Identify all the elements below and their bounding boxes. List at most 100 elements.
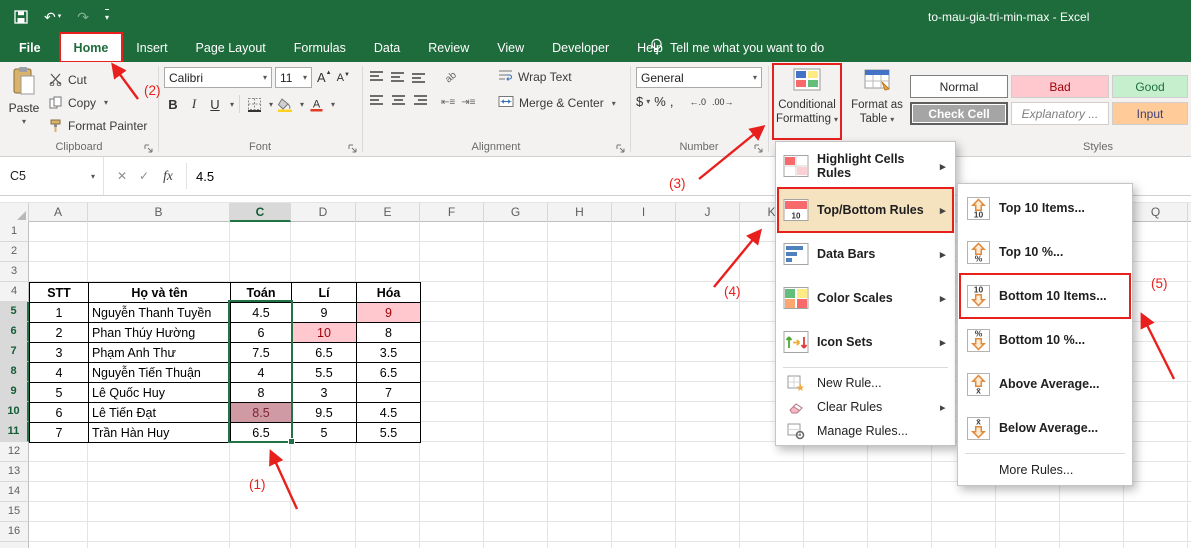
row-header-4[interactable]: 4 [0, 282, 29, 302]
cell-C10[interactable]: 8.5 [230, 402, 292, 423]
cell-D8[interactable]: 5.5 [291, 362, 357, 383]
underline-button[interactable]: U [206, 94, 224, 114]
column-header-i[interactable]: I [612, 203, 676, 222]
cell-B7[interactable]: Phạm Anh Thư [88, 342, 231, 363]
menu-item-bottom-10[interactable]: % Bottom 10 %... [960, 318, 1130, 362]
enter-button[interactable]: ✓ [134, 157, 154, 195]
cell-B10[interactable]: Lê Tiến Đạt [88, 402, 231, 423]
font-color-button[interactable]: A [307, 94, 325, 114]
decrease-indent-button[interactable]: ⇤≡ [441, 97, 455, 108]
row-header-2[interactable]: 2 [0, 242, 29, 262]
cell-D11[interactable]: 5 [291, 422, 357, 443]
menu-item-clear-rules[interactable]: Clear Rules ▸ [778, 395, 953, 419]
menu-item-highlight-cells-rules[interactable]: Highlight Cells Rules ▸ [778, 144, 953, 188]
cell-E11[interactable]: 5.5 [356, 422, 421, 443]
align-right-button[interactable] [412, 95, 427, 109]
cell-E5[interactable]: 9 [356, 302, 421, 323]
menu-item-top-10-items[interactable]: 10 Top 10 Items... [960, 186, 1130, 230]
column-header-h[interactable]: H [548, 203, 612, 222]
row-header-13[interactable]: 13 [0, 462, 29, 482]
tab-formulas[interactable]: Formulas [280, 33, 360, 62]
cell-A11[interactable]: 7 [29, 422, 89, 443]
cell-E4[interactable]: Hóa [356, 282, 421, 303]
undo-icon[interactable]: ↶ ▾ [44, 10, 61, 24]
name-box[interactable]: C5 ▾ [0, 157, 104, 195]
font-family-select[interactable]: Calibri ▾ [164, 67, 272, 88]
tab-view[interactable]: View [483, 33, 538, 62]
bold-button[interactable]: B [164, 94, 182, 114]
insert-function-button[interactable]: fx [158, 157, 178, 195]
increase-font-size-button[interactable]: A ▲ [317, 70, 332, 85]
row-header-3[interactable]: 3 [0, 262, 29, 282]
row-header-16[interactable]: 16 [0, 522, 29, 542]
menu-item-below-average[interactable]: x̄ Below Average... [960, 406, 1130, 450]
cell-D7[interactable]: 6.5 [291, 342, 357, 363]
cancel-button[interactable]: ✕ [112, 157, 132, 195]
font-dialog-launcher[interactable] [348, 142, 358, 153]
menu-item-color-scales[interactable]: Color Scales ▸ [778, 276, 953, 320]
comma-style-button[interactable]: , [670, 94, 674, 109]
top-align-button[interactable] [370, 70, 385, 84]
menu-item-bottom-10-items[interactable]: 10 Bottom 10 Items... [959, 273, 1131, 319]
row-header-8[interactable]: 8 [0, 362, 29, 382]
tab-developer[interactable]: Developer [538, 33, 623, 62]
column-header-f[interactable]: F [420, 203, 484, 222]
cell-C8[interactable]: 4 [230, 362, 292, 383]
cell-E9[interactable]: 7 [356, 382, 421, 403]
row-header-15[interactable]: 15 [0, 502, 29, 522]
column-header-e[interactable]: E [356, 203, 420, 222]
column-header-d[interactable]: D [291, 203, 356, 222]
cell-B8[interactable]: Nguyễn Tiến Thuận [88, 362, 231, 383]
fill-color-button[interactable] [276, 94, 294, 114]
increase-indent-button[interactable]: ⇥≡ [461, 97, 475, 108]
fill-color-dropdown-icon[interactable]: ▾ [300, 100, 304, 109]
accounting-format-button[interactable]: $ ▾ [636, 94, 650, 109]
cell-D10[interactable]: 9.5 [291, 402, 357, 423]
row-header-12[interactable]: 12 [0, 442, 29, 462]
cell-style-check-cell[interactable]: Check Cell [910, 102, 1008, 125]
alignment-dialog-launcher[interactable] [616, 142, 626, 153]
cell-style-explanatory[interactable]: Explanatory ... [1011, 102, 1109, 125]
borders-button[interactable] [245, 94, 263, 114]
cell-style-input[interactable]: Input [1112, 102, 1188, 125]
row-header-10[interactable]: 10 [0, 402, 29, 422]
align-left-button[interactable] [370, 95, 385, 109]
format-as-table-button[interactable]: Format as Table ▾ [845, 64, 909, 139]
select-all-corner[interactable] [0, 203, 29, 222]
cell-B4[interactable]: Họ và tên [88, 282, 231, 303]
orientation-button[interactable]: ab [441, 68, 459, 86]
cell-B11[interactable]: Trần Hàn Huy [88, 422, 231, 443]
menu-item-more-rules[interactable]: More Rules... [960, 457, 1130, 483]
menu-item-data-bars[interactable]: Data Bars ▸ [778, 232, 953, 276]
tab-review[interactable]: Review [414, 33, 483, 62]
cell-A6[interactable]: 2 [29, 322, 89, 343]
menu-item-top-bottom-rules[interactable]: 10 Top/Bottom Rules ▸ [777, 187, 954, 233]
wrap-text-button[interactable]: Wrap Text [498, 68, 572, 85]
number-dialog-launcher[interactable] [754, 142, 764, 153]
cell-D4[interactable]: Lí [291, 282, 357, 303]
tab-insert[interactable]: Insert [122, 33, 181, 62]
row-header-1[interactable]: 1 [0, 222, 29, 242]
cell-C7[interactable]: 7.5 [230, 342, 292, 363]
percent-style-button[interactable]: % [654, 94, 666, 109]
cell-C11[interactable]: 6.5 [230, 422, 292, 443]
menu-item-top-10[interactable]: % Top 10 %... [960, 230, 1130, 274]
copy-button[interactable]: Copy ▾ [48, 91, 147, 114]
cell-B6[interactable]: Phan Thúy Hường [88, 322, 231, 343]
cell-E7[interactable]: 3.5 [356, 342, 421, 363]
tab-home[interactable]: Home [58, 32, 124, 63]
cell-C6[interactable]: 6 [230, 322, 292, 343]
underline-dropdown-icon[interactable]: ▾ [230, 100, 234, 109]
menu-item-above-average[interactable]: x̄ Above Average... [960, 362, 1130, 406]
tell-me-box[interactable]: Tell me what you want to do [650, 33, 824, 62]
column-header-g[interactable]: G [484, 203, 548, 222]
borders-dropdown-icon[interactable]: ▾ [269, 100, 273, 109]
column-header-b[interactable]: B [88, 203, 230, 222]
row-header-9[interactable]: 9 [0, 382, 29, 402]
conditional-formatting-button[interactable]: Conditional Formatting ▾ [772, 63, 842, 140]
cell-D5[interactable]: 9 [291, 302, 357, 323]
cell-A7[interactable]: 3 [29, 342, 89, 363]
menu-item-icon-sets[interactable]: Icon Sets ▸ [778, 320, 953, 364]
column-header-c[interactable]: C [230, 203, 291, 222]
cell-D6[interactable]: 10 [291, 322, 357, 343]
